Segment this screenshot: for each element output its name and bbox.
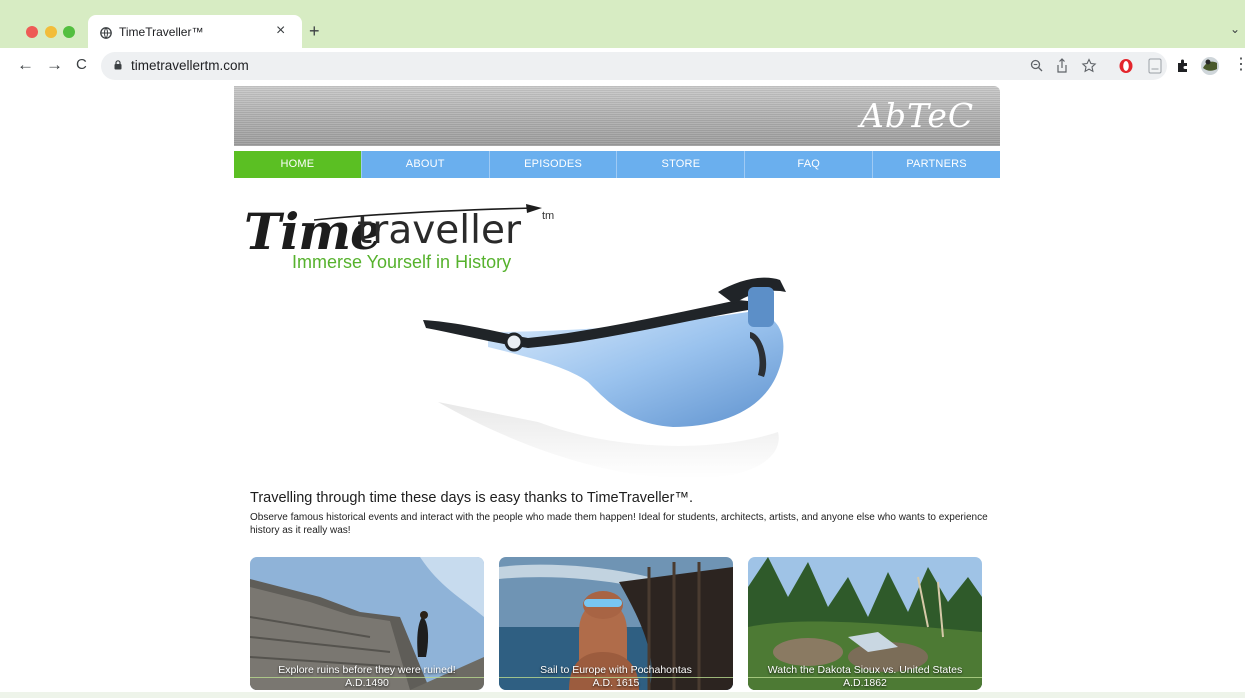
hero: Time traveller tm Immerse Yourself in Hi… — [234, 202, 1000, 482]
share-icon[interactable] — [1055, 58, 1069, 74]
nav-faq[interactable]: FAQ — [745, 151, 874, 178]
card-title: Watch the Dakota Sioux vs. United States — [767, 664, 963, 676]
window-close-button[interactable] — [26, 26, 38, 38]
episode-cards: Explore ruins before they were ruined! A… — [250, 557, 984, 690]
extensions-puzzle-icon[interactable] — [1176, 58, 1191, 73]
page-bottom-strip — [0, 692, 1245, 698]
document-icon[interactable] — [1148, 58, 1162, 74]
profile-avatar-icon[interactable] — [1200, 56, 1220, 76]
timetraveller-glasses-image — [423, 277, 786, 479]
abtec-logo[interactable]: AbTeC — [860, 94, 992, 138]
nav-store[interactable]: STORE — [617, 151, 746, 178]
nav-about[interactable]: ABOUT — [361, 151, 490, 178]
card-date: A.D.1490 — [345, 677, 389, 689]
card-caption: Sail to Europe with Pochahontas A.D. 161… — [499, 664, 733, 690]
abtec-logo-text: AbTeC — [860, 96, 975, 135]
brand-tm-mark: tm — [542, 210, 555, 222]
url-text: timetravellertm.com — [131, 58, 249, 73]
browser-tab-active[interactable]: TimeTraveller™ × — [88, 15, 302, 48]
kebab-menu-icon[interactable]: ⋮ — [1233, 55, 1245, 75]
globe-icon — [100, 27, 112, 39]
brand-logo-text: traveller — [357, 208, 521, 253]
card-caption: Watch the Dakota Sioux vs. United States… — [748, 664, 982, 690]
address-bar[interactable]: timetravellertm.com — [101, 52, 1167, 80]
site-nav: HOME ABOUT EPISODES STORE FAQ PARTNERS — [234, 151, 1000, 178]
new-tab-button[interactable]: + — [309, 22, 320, 40]
tab-close-icon[interactable]: × — [276, 22, 285, 40]
intro-section: Travelling through time these days is ea… — [250, 490, 990, 537]
episode-card-forest[interactable]: Watch the Dakota Sioux vs. United States… — [748, 557, 982, 690]
nav-home[interactable]: HOME — [234, 151, 362, 178]
window-minimize-button[interactable] — [45, 26, 57, 38]
card-title: Explore ruins before they were ruined! — [278, 664, 456, 676]
zoom-icon[interactable] — [1030, 59, 1044, 73]
card-caption: Explore ruins before they were ruined! A… — [250, 664, 484, 690]
browser-tab-strip: TimeTraveller™ × + ⌄ — [0, 0, 1245, 48]
reload-button[interactable]: C — [76, 55, 87, 75]
tab-search-chevron-icon[interactable]: ⌄ — [1230, 22, 1240, 36]
window-zoom-button[interactable] — [63, 26, 75, 38]
episode-card-ruins[interactable]: Explore ruins before they were ruined! A… — [250, 557, 484, 690]
card-title: Sail to Europe with Pochahontas — [540, 664, 692, 676]
nav-episodes[interactable]: EPISODES — [489, 151, 618, 178]
opera-icon[interactable] — [1118, 58, 1134, 74]
intro-body: Observe famous historical events and int… — [250, 512, 988, 536]
forward-button[interactable]: → — [46, 55, 63, 75]
bookmark-star-icon[interactable] — [1081, 58, 1097, 74]
card-date: A.D. 1615 — [592, 677, 640, 689]
tagline: Immerse Yourself in History — [292, 252, 512, 272]
intro-heading: Travelling through time these days is ea… — [250, 490, 693, 506]
nav-partners[interactable]: PARTNERS — [873, 151, 1000, 178]
lock-icon — [114, 60, 122, 70]
tab-title: TimeTraveller™ — [119, 25, 204, 39]
back-button[interactable]: ← — [17, 55, 34, 75]
episode-card-ship[interactable]: Sail to Europe with Pochahontas A.D. 161… — [499, 557, 733, 690]
card-date: A.D.1862 — [843, 677, 887, 689]
site-banner: AbTeC — [234, 86, 1000, 146]
browser-toolbar: ← → C timetravellertm.com ⋮ — [0, 48, 1245, 84]
